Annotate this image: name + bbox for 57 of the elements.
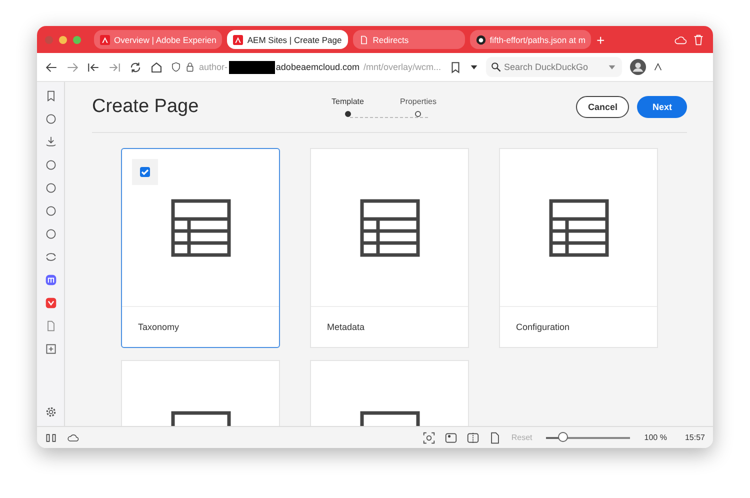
page-title: Create Page: [92, 96, 200, 118]
bookmark-icon[interactable]: [44, 90, 56, 102]
card-label: Configuration: [516, 322, 570, 332]
avatar-icon[interactable]: [630, 59, 646, 75]
file-icon[interactable]: [44, 320, 56, 332]
home-icon[interactable]: [150, 60, 163, 74]
download-icon[interactable]: [44, 136, 56, 148]
zoom-slider-thumb[interactable]: [558, 432, 568, 442]
bookmark-icon[interactable]: [449, 60, 462, 74]
image-icon[interactable]: [445, 432, 458, 444]
table-icon: [548, 199, 608, 257]
new-tab-button[interactable]: +: [596, 32, 605, 48]
first-page-icon[interactable]: [87, 60, 100, 74]
redaction-block: [228, 60, 275, 74]
next-button[interactable]: Next: [637, 96, 687, 118]
split-view-icon[interactable]: [467, 432, 480, 444]
last-page-icon[interactable]: [108, 60, 121, 74]
step-label: Template: [332, 97, 364, 106]
back-icon[interactable]: [45, 60, 58, 74]
shield-icon: [171, 62, 181, 72]
card-label: Taxonomy: [138, 322, 180, 332]
search-icon: [491, 62, 501, 72]
zoom-level: 100 %: [644, 433, 667, 442]
add-icon[interactable]: [44, 343, 56, 355]
step-label: Properties: [400, 97, 436, 106]
template-card[interactable]: Metadata: [310, 148, 469, 348]
clock: 15:57: [684, 433, 705, 442]
card-label: Metadata: [327, 322, 365, 332]
forward-icon[interactable]: [66, 60, 79, 74]
settings-icon[interactable]: [44, 406, 56, 418]
template-card[interactable]: Taxonomy: [121, 148, 280, 348]
table-icon: [170, 199, 230, 257]
minimize-window-button[interactable]: [59, 36, 67, 44]
template-card[interactable]: Configuration: [499, 148, 658, 348]
cloud-icon[interactable]: [674, 34, 687, 46]
table-icon: [360, 199, 420, 257]
checkbox[interactable]: [140, 167, 150, 177]
search-field[interactable]: Search DuckDuckGo: [486, 57, 622, 77]
cloud-icon[interactable]: [67, 432, 79, 444]
address-field[interactable]: author- adobeaemcloud.com /mnt/overlay/wcm...: [171, 57, 441, 77]
document-icon: [358, 34, 369, 44]
sync-icon[interactable]: [44, 251, 56, 263]
lock-icon: [185, 62, 195, 72]
adobe-logo-icon: [100, 34, 110, 44]
panel-toggle-icon[interactable]: [45, 432, 57, 444]
vivaldi-icon[interactable]: [44, 297, 56, 309]
adobe-logo-icon: [233, 34, 244, 44]
capture-icon[interactable]: [423, 432, 436, 444]
dropdown-caret-icon[interactable]: [470, 63, 478, 71]
dropdown-caret-icon: [608, 63, 616, 71]
cancel-button[interactable]: Cancel: [576, 96, 630, 118]
reload-icon[interactable]: [129, 60, 142, 74]
page-code-icon[interactable]: [489, 432, 502, 444]
trash-icon[interactable]: [692, 34, 705, 46]
mastodon-icon[interactable]: [44, 274, 56, 286]
reader-icon[interactable]: [654, 63, 662, 71]
browser-tab[interactable]: AEM Sites | Create Page: [227, 30, 348, 49]
